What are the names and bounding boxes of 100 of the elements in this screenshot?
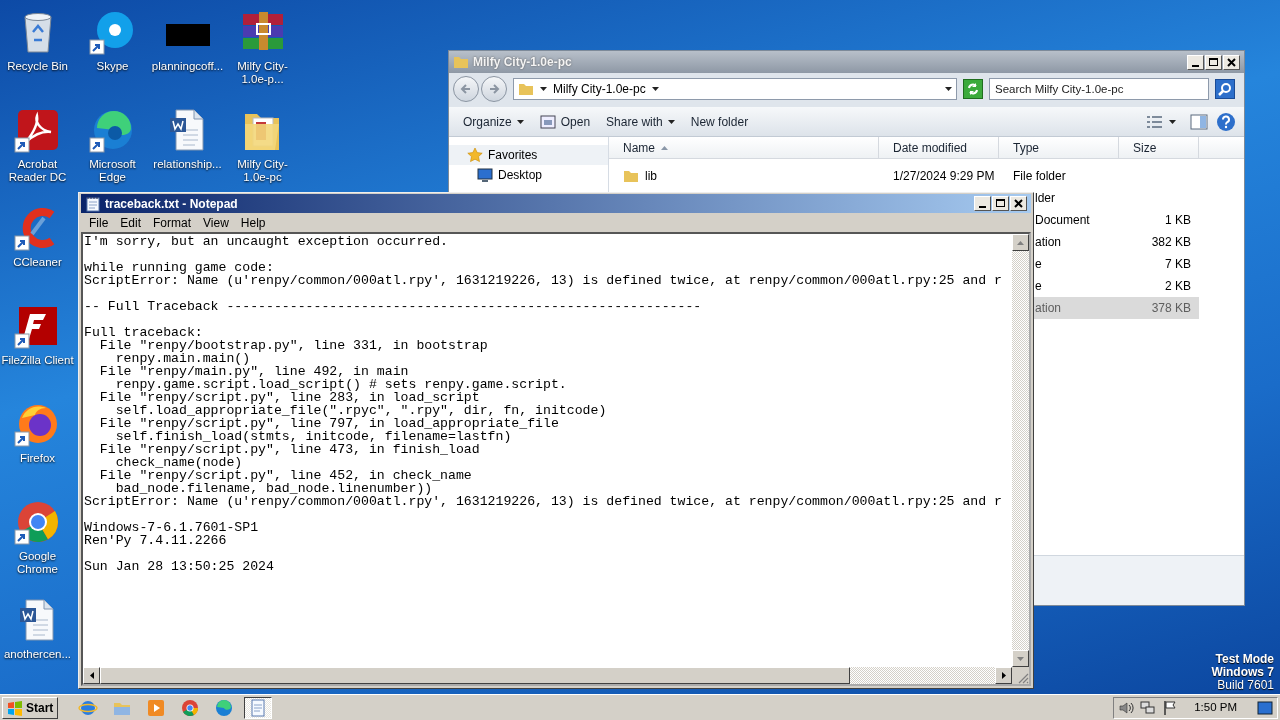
type-cell: ation (1033, 297, 1119, 319)
text-line: File "renpy/main.py", line 492, in main (98, 365, 409, 378)
minimize-button[interactable] (974, 196, 991, 211)
desktop-shortcut[interactable]: Milfy City-1.0e-p... (225, 4, 300, 86)
type-cell-text: e (1034, 256, 1043, 273)
maximize-icon (1208, 56, 1219, 68)
text-line: ScriptError: Name (u'renpy/common/000atl.rpy', 1631219226, 13) is defined twice, at renpy/common/000atl.rpy:25 and r (84, 274, 1002, 287)
scroll-down-button[interactable] (1012, 650, 1029, 667)
desktop-shortcut[interactable]: FileZilla Client (0, 298, 75, 380)
scroll-up-button[interactable] (1012, 234, 1029, 251)
close-icon (1226, 56, 1237, 68)
toolbar-button[interactable]: Open (533, 110, 597, 133)
maximize-button[interactable] (992, 196, 1009, 211)
size-cell-text: 2 KB (1164, 278, 1192, 295)
volume-icon[interactable] (1118, 699, 1135, 716)
desktop-shortcut[interactable]: planningcoff... (150, 4, 225, 86)
minimize-button[interactable] (1187, 54, 1204, 70)
back-button[interactable] (453, 76, 479, 102)
taskbar-button[interactable] (244, 696, 273, 719)
toolbar-button[interactable]: New folder (684, 110, 755, 133)
text-line: Full traceback: (84, 326, 203, 339)
resize-grip-icon[interactable] (1017, 672, 1029, 684)
scroll-right-button[interactable] (995, 667, 1012, 684)
maximize-button[interactable] (1205, 54, 1222, 70)
desktop-shortcut[interactable]: Acrobat Reader DC (0, 102, 75, 184)
flag-icon[interactable] (1162, 699, 1179, 716)
search-button[interactable] (1215, 79, 1235, 99)
menu-button[interactable]: Share with (600, 110, 681, 133)
watermark-text: Build 7601 (1216, 679, 1274, 692)
text-line: while running game code: (84, 261, 274, 274)
menu-item[interactable]: Format (147, 213, 198, 232)
caret-icon (1001, 672, 1006, 679)
desktop-shortcut[interactable]: Firefox (0, 396, 75, 478)
text-line: File "renpy/script.py", line 452, in check_name (98, 469, 472, 482)
horizontal-scrollbar[interactable] (83, 667, 1012, 684)
caret-icon (89, 672, 94, 679)
column-header[interactable]: Name (609, 137, 879, 158)
nav-item[interactable]: Desktop (449, 165, 608, 185)
text-line: Windows-7-6.1.7601-SP1 (84, 521, 259, 534)
column-header[interactable]: Date modified (879, 137, 999, 158)
size-cell: 378 KB (1119, 297, 1199, 319)
desktop-shortcut[interactable]: Google Chrome (0, 494, 75, 576)
menu-item[interactable]: Edit (114, 213, 148, 232)
minimize-icon (1192, 64, 1199, 67)
close-icon (1013, 198, 1024, 209)
help-icon[interactable] (1216, 111, 1236, 132)
desktop-shortcut[interactable]: Microsoft Edge (75, 102, 150, 184)
dropdown-icon (945, 87, 952, 91)
menu-item[interactable]: File (83, 213, 115, 232)
windows-logo-icon (7, 699, 23, 716)
close-button[interactable] (1010, 196, 1027, 211)
network-icon[interactable] (1140, 699, 1157, 716)
file-name-cell[interactable]: lib (609, 165, 879, 187)
breadcrumb[interactable]: Milfy City-1.0e-pc (553, 80, 646, 98)
address-bar[interactable]: Milfy City-1.0e-pc (513, 78, 957, 100)
caret-icon (1169, 119, 1176, 124)
start-button[interactable]: Start (2, 696, 59, 719)
size-cell-text: 1 KB (1164, 212, 1192, 229)
menu-button[interactable]: Organize (457, 110, 530, 133)
folder-icon (518, 81, 534, 97)
close-button[interactable] (1223, 54, 1240, 70)
vertical-scrollbar[interactable] (1012, 234, 1029, 667)
text-line: Sun Jan 28 13:50:25 2024 (84, 560, 274, 573)
caret-icon (516, 119, 524, 124)
text-line: Ren'Py 7.4.11.2266 (84, 534, 227, 547)
column-header[interactable]: Type (999, 137, 1119, 158)
text-line: File "renpy/script.py", line 797, in load_appropriate_file (98, 417, 559, 430)
notepad-icon (85, 195, 101, 212)
desktop-shortcut[interactable]: Skype (75, 4, 150, 86)
caret-icon (1017, 240, 1024, 245)
type-cell-text: File folder (1012, 168, 1067, 185)
desktop-shortcut[interactable]: CCleaner (0, 200, 75, 282)
text-line: check_name(node) (114, 456, 243, 469)
type-cell-text: ation (1034, 234, 1063, 251)
refresh-icon (966, 82, 980, 96)
desktop-shortcut[interactable]: Milfy City-1.0e-pc (225, 102, 300, 184)
search-field[interactable]: Search Milfy City-1.0e-pc (989, 78, 1209, 100)
column-header[interactable]: Size (1119, 137, 1199, 158)
desktop-shortcut[interactable]: relationship... (150, 102, 225, 184)
nav-item[interactable]: Favorites (449, 145, 608, 165)
type-cell-text: Document (1034, 212, 1091, 229)
window-title: traceback.txt - Notepad (105, 195, 238, 213)
scroll-left-button[interactable] (83, 667, 100, 684)
folder-icon (453, 54, 469, 70)
refresh-button[interactable] (963, 79, 983, 99)
show-desktop-icon[interactable] (1257, 700, 1273, 715)
scrollbar-thumb[interactable] (100, 667, 850, 684)
caret-icon (667, 119, 675, 124)
text-line: renpy.main.main() (114, 352, 251, 365)
watermark-text: Windows 7 (1211, 666, 1274, 679)
text-line: bad_node.filename, bad_node.linenumber)) (114, 482, 433, 495)
menu-item[interactable]: Help (234, 213, 272, 232)
window-icon (539, 113, 556, 130)
text-line: -- Full Traceback ------------------------------------------------------------ (84, 300, 702, 313)
desktop-shortcut[interactable]: Recycle Bin (0, 4, 75, 86)
back-arrow-icon (459, 82, 473, 96)
monitor-icon (477, 167, 493, 183)
desktop-shortcut[interactable]: anothercen... (0, 592, 75, 674)
menu-item[interactable]: View (197, 213, 235, 232)
forward-button[interactable] (481, 76, 507, 102)
